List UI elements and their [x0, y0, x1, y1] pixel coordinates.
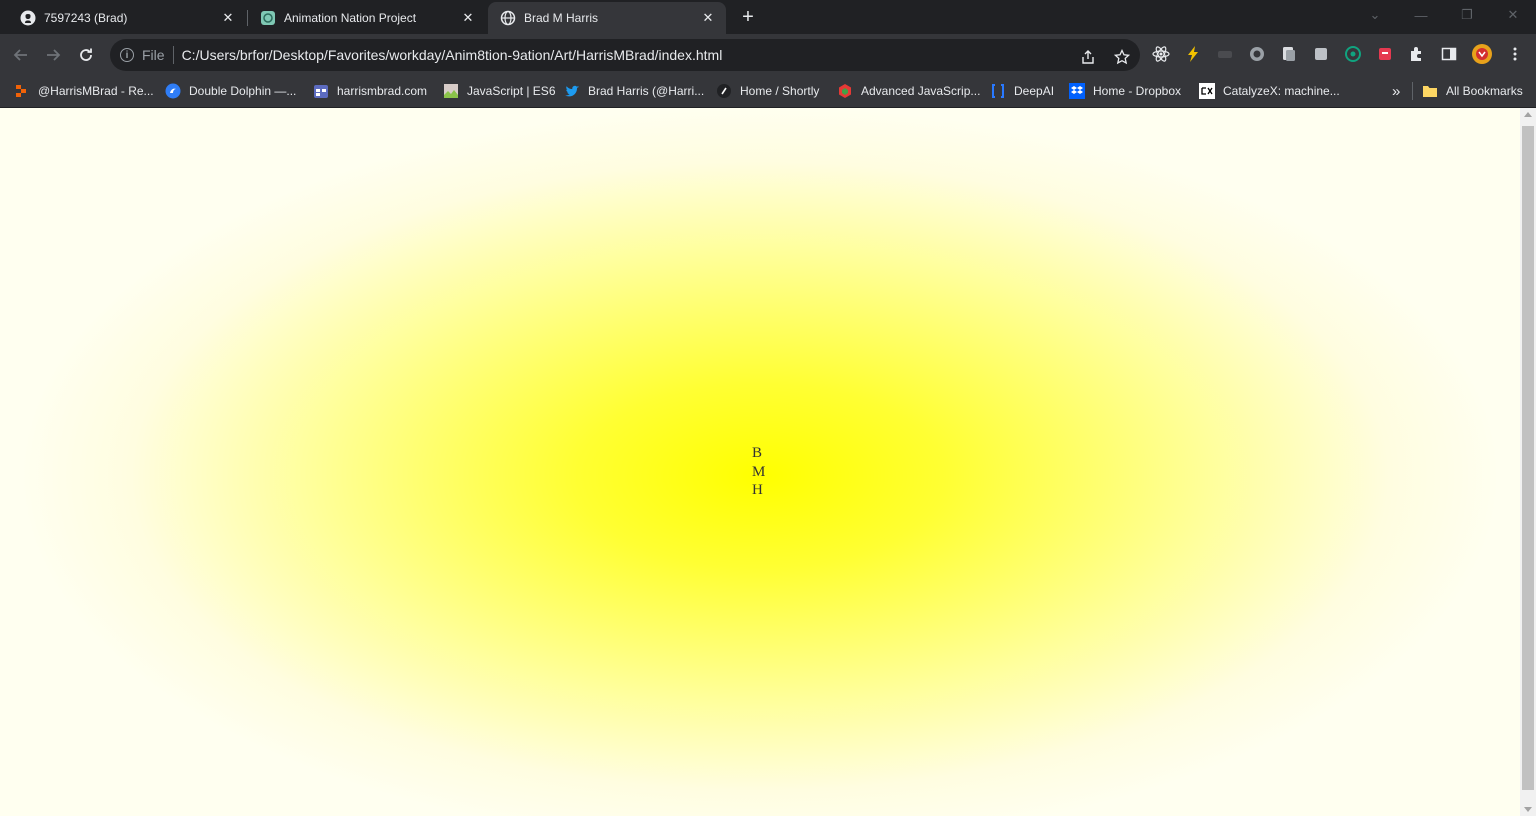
replit-icon — [14, 83, 30, 99]
tab-brad-m-harris[interactable]: Brad M Harris ✕ — [488, 2, 726, 34]
bookmark-label: @HarrisMBrad - Re... — [38, 84, 154, 98]
scrollbar-thumb[interactable] — [1522, 126, 1534, 790]
react-devtools-icon[interactable] — [1152, 45, 1170, 63]
extension-icon[interactable] — [1376, 45, 1394, 63]
bookmark-item[interactable]: JavaScript | ES6 — [443, 76, 556, 106]
bookmark-item[interactable]: Brad Harris (@Harri... — [564, 76, 704, 106]
lightning-icon[interactable] — [1184, 45, 1202, 63]
bookmark-item[interactable]: Double Dolphin —... — [165, 76, 296, 106]
github-icon — [20, 10, 36, 26]
extension-icon[interactable] — [1216, 45, 1234, 63]
tab-title: Animation Nation Project — [284, 11, 417, 25]
close-icon[interactable]: ✕ — [700, 10, 716, 26]
twitter-icon — [564, 83, 580, 99]
bookmark-item[interactable]: @HarrisMBrad - Re... — [14, 76, 154, 106]
chatgpt-icon[interactable] — [1344, 45, 1362, 63]
tab-title: 7597243 (Brad) — [44, 11, 128, 25]
folder-icon — [1422, 83, 1438, 99]
extension-icon[interactable] — [1248, 45, 1266, 63]
info-icon[interactable]: i — [120, 48, 134, 62]
bookmark-item[interactable]: Advanced JavaScrip... — [837, 76, 980, 106]
bookmark-item[interactable]: Home - Dropbox — [1069, 76, 1181, 106]
forward-button[interactable] — [41, 43, 65, 67]
all-bookmarks-button[interactable]: All Bookmarks — [1422, 76, 1523, 106]
scroll-up-arrow-icon[interactable] — [1524, 112, 1532, 117]
share-icon[interactable] — [1078, 47, 1098, 67]
address-bar[interactable]: i File C:/Users/brfor/Desktop/Favorites/… — [110, 39, 1140, 71]
catalyzex-icon — [1199, 83, 1215, 99]
divider — [172, 46, 174, 64]
minimize-icon[interactable]: — — [1398, 0, 1444, 30]
bookmark-label: Double Dolphin —... — [189, 84, 297, 98]
initial-b: B — [752, 445, 763, 461]
back-button[interactable] — [9, 43, 33, 67]
close-icon[interactable]: ✕ — [460, 10, 476, 26]
bookmark-label: JavaScript | ES6 — [467, 84, 556, 98]
bookmark-item[interactable]: Home / Shortly — [716, 76, 819, 106]
extension-icon[interactable] — [1280, 45, 1298, 63]
initial-m: M — [752, 463, 766, 480]
tab-title: Brad M Harris — [524, 11, 599, 25]
browser-toolbar: i File C:/Users/brfor/Desktop/Favorites/… — [0, 34, 1536, 76]
tab-animation-nation[interactable]: Animation Nation Project ✕ — [248, 2, 486, 34]
side-panel-icon[interactable] — [1440, 45, 1458, 63]
cube-icon — [837, 83, 853, 99]
bookmarks-overflow-button[interactable]: » — [1392, 76, 1400, 106]
bookmark-label: Home - Dropbox — [1093, 84, 1182, 98]
scroll-down-arrow-icon[interactable] — [1524, 807, 1532, 812]
replit-icon — [260, 10, 276, 26]
scheme-label: File — [142, 47, 165, 63]
avatar[interactable] — [1471, 43, 1493, 65]
initials: B M H — [752, 444, 765, 500]
extension-icon[interactable] — [1312, 45, 1330, 63]
bookmark-star-icon[interactable] — [1112, 47, 1132, 67]
brackets-icon — [990, 83, 1006, 99]
bookmark-label: harrismbrad.com — [337, 84, 428, 98]
tab-search-icon[interactable]: ⌄ — [1352, 0, 1398, 30]
new-tab-button[interactable]: + — [738, 6, 758, 28]
divider — [1412, 76, 1413, 106]
reload-button[interactable] — [74, 43, 98, 67]
puzzle-icon[interactable] — [1408, 45, 1426, 63]
tab-strip: 7597243 (Brad) ✕ Animation Nation Projec… — [0, 0, 1536, 34]
menu-kebab-icon[interactable] — [1506, 45, 1524, 63]
shortly-icon — [716, 83, 732, 99]
dolphin-icon — [165, 83, 181, 99]
calendar-icon — [313, 83, 329, 99]
all-bookmarks-label: All Bookmarks — [1446, 84, 1523, 98]
bookmark-label: DeepAI — [1014, 84, 1055, 98]
bookmark-item[interactable]: harrismbrad.com — [313, 76, 427, 106]
bookmark-label: Home / Shortly — [740, 84, 820, 98]
close-icon[interactable]: ✕ — [220, 10, 236, 26]
vertical-scrollbar[interactable] — [1520, 108, 1536, 816]
image-icon — [443, 83, 459, 99]
globe-icon — [500, 10, 516, 26]
bookmarks-bar: @HarrisMBrad - Re... Double Dolphin —...… — [0, 76, 1536, 108]
url-text[interactable]: C:/Users/brfor/Desktop/Favorites/workday… — [182, 47, 723, 63]
bookmark-item[interactable]: CatalyzeX: machine... — [1199, 76, 1340, 106]
bookmark-item[interactable]: DeepAI — [990, 76, 1054, 106]
page-viewport: B M H — [0, 108, 1520, 816]
bookmark-label: Advanced JavaScrip... — [861, 84, 981, 98]
tab-github[interactable]: 7597243 (Brad) ✕ — [8, 2, 246, 34]
restore-icon[interactable]: ❐ — [1444, 0, 1490, 30]
bookmark-label: Brad Harris (@Harri... — [588, 84, 705, 98]
dropbox-icon — [1069, 83, 1085, 99]
initial-h: H — [752, 482, 763, 498]
bookmark-label: CatalyzeX: machine... — [1223, 84, 1340, 98]
window-close-icon[interactable]: ✕ — [1490, 0, 1536, 30]
